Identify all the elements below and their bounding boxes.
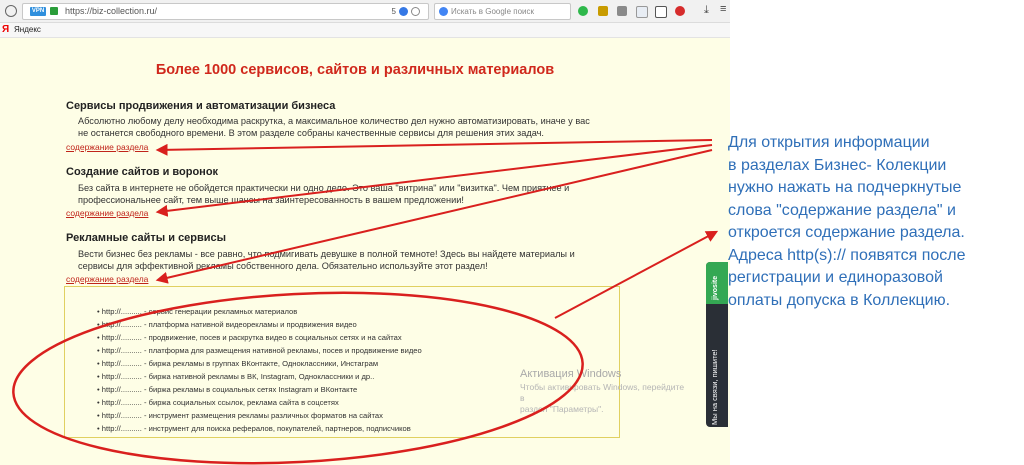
annotation-line: регистрации и единоразовой: [728, 269, 943, 286]
annotation-line: откроется содержание раздела.: [728, 224, 965, 241]
annotation-line: оплаты допуска в Коллекцию.: [728, 291, 951, 309]
list-item[interactable]: • http://.......... - инструмент для пои…: [97, 424, 411, 433]
menu-icon[interactable]: ≡: [720, 3, 726, 15]
desc-line: не останется свободного времени. В этом …: [78, 128, 544, 138]
annotation-line: слова "содержание раздела" и: [728, 201, 956, 219]
watermark-line: Чтобы активировать Windows, перейдите в: [520, 382, 685, 403]
page-title: Более 1000 сервисов, сайтов и различных …: [155, 62, 555, 78]
download-icon[interactable]: ⤓: [704, 4, 709, 17]
section-link-advertising[interactable]: содержание раздела: [66, 274, 148, 284]
adblock-extension-icon[interactable]: [675, 6, 685, 16]
bookmark-yandex[interactable]: Яндекс: [14, 23, 41, 37]
shield-extension-icon[interactable]: [617, 6, 627, 16]
desc-line: сервисы для эффективной рекламы собствен…: [78, 261, 488, 271]
annotation-line: нужно нажать на подчеркнутые: [728, 179, 962, 196]
check-extension-icon[interactable]: [578, 6, 588, 16]
bookmarks-bar: Я Яндекс: [0, 23, 730, 38]
windows-activation-text: Чтобы активировать Windows, перейдите в …: [520, 382, 690, 415]
bookmark-star-icon[interactable]: [411, 7, 420, 16]
tab-count: 5: [391, 7, 396, 16]
yandex-icon: Я: [2, 24, 10, 35]
extension-icon[interactable]: [399, 7, 408, 16]
list-item[interactable]: • http://.......... - платформа нативной…: [97, 320, 357, 329]
windows-activation-title: Активация Windows: [520, 368, 622, 380]
section-link-websites[interactable]: содержание раздела: [66, 208, 148, 218]
desc-line: профессиональнее сайт, тем выше шансы на…: [78, 195, 464, 205]
list-item[interactable]: • http://.......... - продвижение, посев…: [97, 333, 402, 342]
section-title-promotion: Сервисы продвижения и автоматизации бизн…: [66, 100, 336, 112]
list-item[interactable]: • http://.......... - инструмент размеще…: [97, 411, 383, 420]
list-item[interactable]: • http://.......... - биржа рекламы в со…: [97, 385, 357, 394]
window-extension-icon[interactable]: [655, 6, 667, 18]
desc-line: Абсолютно любому делу необходима раскрут…: [78, 116, 590, 126]
lock-icon: [50, 7, 58, 15]
desc-line: Без сайта в интернете не обойдется практ…: [78, 183, 570, 193]
url-text[interactable]: https://biz-collection.ru/: [65, 4, 157, 19]
desc-line: Вести бизнес без рекламы - все равно, чт…: [78, 249, 575, 259]
annotation-line: Для открытия информации: [728, 134, 930, 151]
vpn-badge[interactable]: VPN: [30, 7, 46, 16]
search-placeholder: Искать в Google поиск: [451, 7, 534, 16]
list-item[interactable]: • http://.......... - сервис генерации р…: [97, 307, 297, 316]
annotation-line: Адреса http(s):// появятся после: [728, 246, 966, 264]
section-title-websites: Создание сайтов и воронок: [66, 166, 219, 178]
watermark-line: раздел "Параметры".: [520, 404, 604, 414]
browser-toolbar: VPN https://biz-collection.ru/ 5 Искать …: [0, 0, 730, 23]
jivosite-logo: jivosite: [712, 275, 719, 300]
search-input[interactable]: Искать в Google поиск: [434, 3, 571, 20]
puzzle-extension-icon[interactable]: [636, 6, 648, 18]
advertising-list-box: • http://.......... - сервис генерации р…: [64, 286, 620, 438]
section-desc-websites: Без сайта в интернете не обойдется практ…: [78, 182, 618, 206]
list-item[interactable]: • http://.......... - биржа нативной рек…: [97, 372, 374, 381]
list-item[interactable]: • http://.......... - биржа социальных с…: [97, 398, 339, 407]
annotation-line: в разделах Бизнес- Колекции: [728, 156, 947, 174]
google-icon: [439, 7, 448, 16]
section-title-advertising: Рекламные сайты и сервисы: [66, 232, 227, 244]
section-link-promotion[interactable]: содержание раздела: [66, 142, 148, 152]
list-item[interactable]: • http://.......... - платформа для разм…: [97, 346, 422, 355]
chat-widget-label[interactable]: Мы на связи, пишите!: [710, 349, 719, 425]
address-bar[interactable]: VPN https://biz-collection.ru/ 5: [22, 3, 429, 20]
mail-extension-icon[interactable]: [598, 6, 608, 16]
page-content: Более 1000 сервисов, сайтов и различных …: [0, 38, 730, 465]
annotation-text: Для открытия информации в разделах Бизне…: [728, 132, 1018, 312]
section-desc-advertising: Вести бизнес без рекламы - все равно, чт…: [78, 248, 618, 272]
section-desc-promotion: Абсолютно любому делу необходима раскрут…: [78, 115, 618, 139]
reload-icon[interactable]: [5, 5, 17, 17]
list-item[interactable]: • http://.......... - биржа рекламы в гр…: [97, 359, 378, 368]
